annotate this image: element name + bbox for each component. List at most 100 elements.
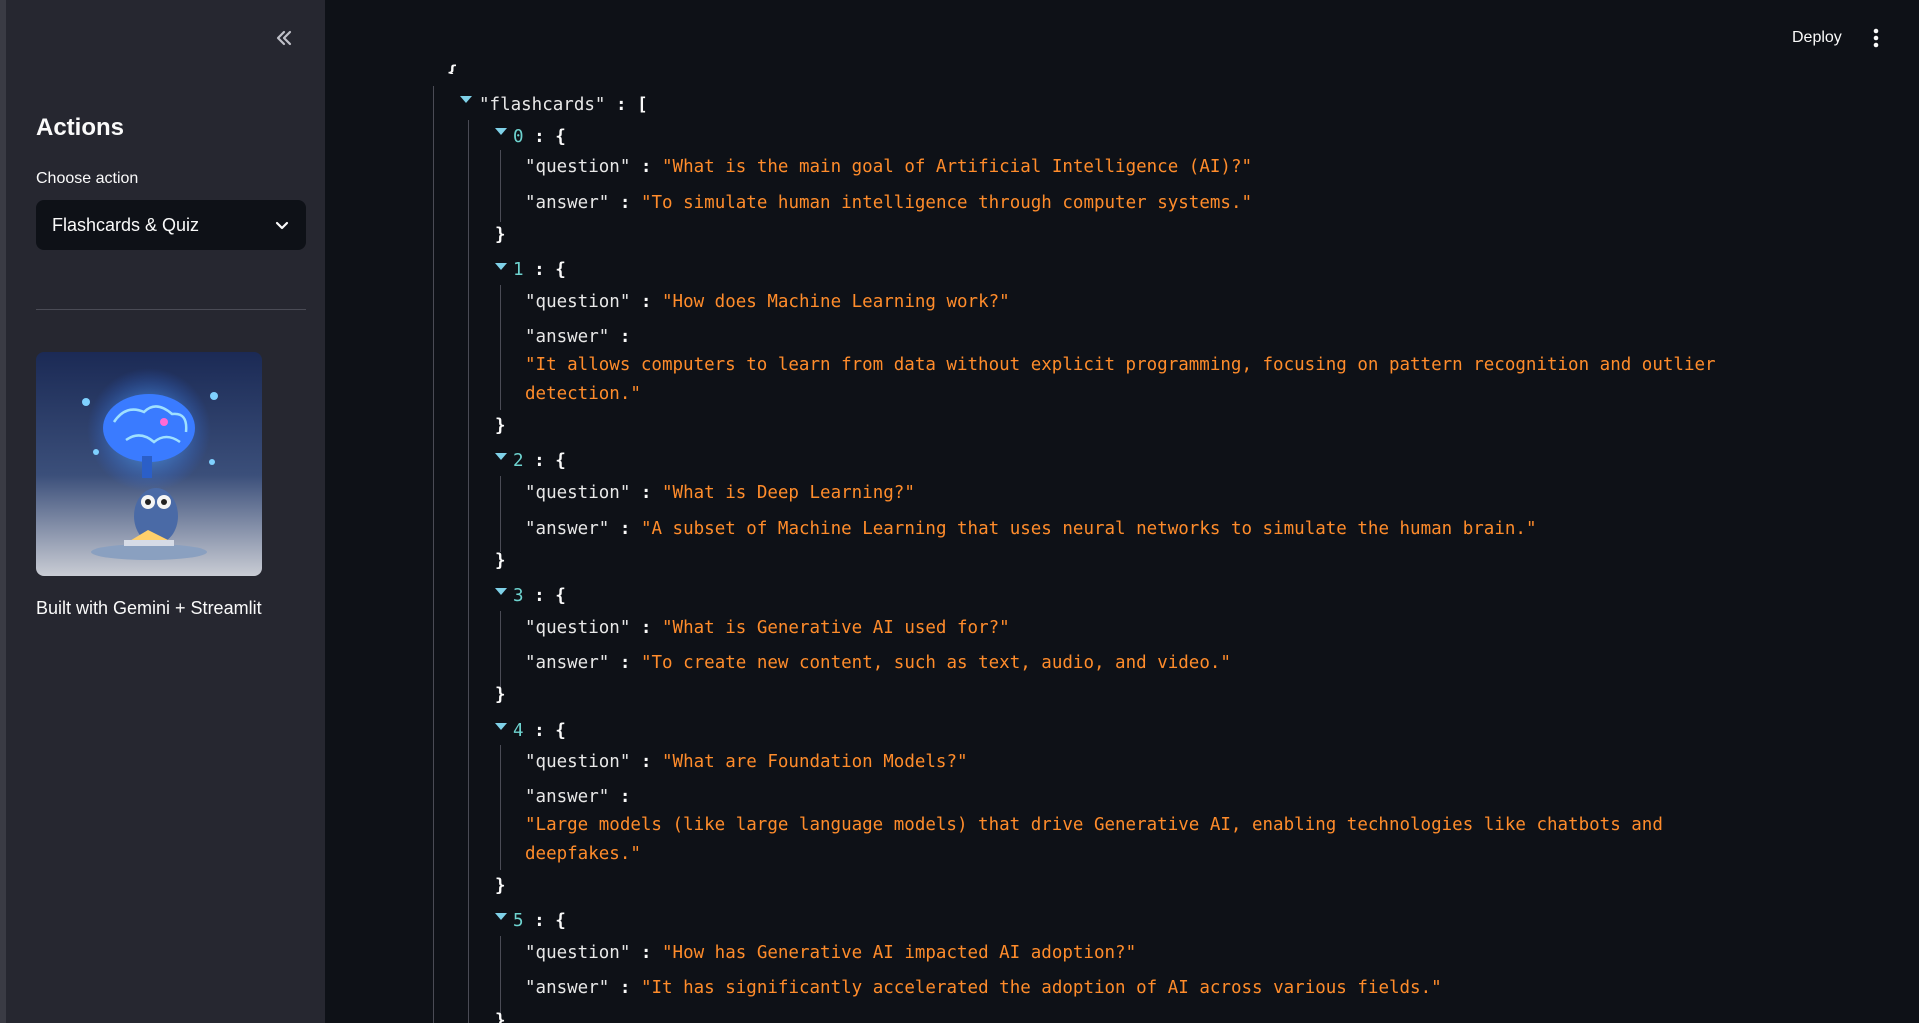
sidebar-caption: Built with Gemini + Streamlit [36, 598, 262, 618]
json-string: "It has significantly accelerated the ad… [640, 978, 1442, 998]
json-colon: : [534, 127, 545, 147]
json-colon: : [619, 653, 631, 673]
action-select[interactable]: Flashcards & Quiz [36, 200, 306, 250]
brain-owl-image [36, 352, 262, 576]
json-open-object: { [555, 721, 566, 741]
item-1-toggle-icon[interactable] [495, 263, 507, 270]
json-key: "question" [525, 292, 631, 312]
json-colon: : [619, 519, 631, 539]
sidebar-title: Actions [36, 114, 125, 141]
sidebar: Actions Choose action Flashcards & Quiz [0, 0, 325, 1023]
item-5-close: } [495, 1011, 506, 1023]
root-open-brace: { [447, 63, 458, 74]
item-1-guide-line [500, 285, 501, 410]
item-5-toggle-icon[interactable] [495, 913, 507, 920]
item-1-answer-key-line: "answer" : [525, 326, 630, 348]
item-2-header: 2 : { [513, 450, 566, 472]
json-colon: : [619, 787, 631, 807]
json-colon: : [619, 978, 631, 998]
json-colon: : [640, 292, 652, 312]
flashcards-key-line: "flashcards" : [ [479, 94, 648, 116]
item-1-question-line: "question" : "How does Machine Learning … [525, 291, 1010, 313]
json-string: "How does Machine Learning work?" [662, 292, 1010, 312]
item-0-close: } [495, 225, 506, 245]
json-key: "question" [525, 483, 631, 503]
item-3-close: } [495, 685, 506, 705]
action-select-value: Flashcards & Quiz [52, 214, 200, 235]
item-1-answer-line-2: detection." [525, 384, 641, 404]
json-index: 1 [513, 260, 524, 280]
json-colon: : [640, 943, 652, 963]
chevron-down-icon [275, 221, 289, 230]
json-string: "To create new content, such as text, au… [640, 653, 1231, 673]
json-key: "answer" [525, 978, 610, 998]
collapse-sidebar-button[interactable] [268, 22, 300, 54]
item-2-close: } [495, 551, 506, 571]
json-key: "flashcards" [479, 95, 606, 115]
json-string: "How has Generative AI impacted AI adopt… [662, 943, 1137, 963]
item-2-toggle-icon[interactable] [495, 453, 507, 460]
root-guide-line [433, 86, 434, 1023]
json-open-object: { [555, 586, 566, 606]
item-3-toggle-icon[interactable] [495, 588, 507, 595]
json-colon: : [534, 911, 545, 931]
choose-action-label: Choose action [36, 170, 139, 187]
item-4-answer-key-line: "answer" : [525, 786, 630, 808]
item-0-header: 0 : { [513, 126, 566, 148]
json-colon: : [619, 193, 631, 213]
item-4-answer-line-2: deepfakes." [525, 844, 641, 864]
item-3-question-line: "question" : "What is Generative AI used… [525, 617, 1010, 639]
json-open-object: { [555, 260, 566, 280]
item-3-header: 3 : { [513, 585, 566, 607]
item-1-answer-line-1: "It allows computers to learn from data … [525, 355, 1716, 375]
deploy-button[interactable]: Deploy [1778, 24, 1856, 52]
json-index: 4 [513, 721, 524, 741]
item-5-header: 5 : { [513, 910, 566, 932]
sidebar-divider [36, 309, 306, 310]
item-3-answer-line: "answer" : "To create new content, such … [525, 652, 1231, 674]
json-string: "To simulate human intelligence through … [640, 193, 1253, 213]
json-key: "answer" [525, 327, 610, 347]
json-colon: : [534, 260, 545, 280]
item-5-question-line: "question" : "How has Generative AI impa… [525, 942, 1136, 964]
json-index: 5 [513, 911, 524, 931]
json-colon: : [640, 483, 652, 503]
item-4-header: 4 : { [513, 720, 566, 742]
json-key: "question" [525, 157, 631, 177]
array-guide-line [468, 120, 469, 1023]
json-colon: : [640, 157, 652, 177]
json-key: "question" [525, 752, 631, 772]
json-colon: : [534, 586, 545, 606]
item-4-toggle-icon[interactable] [495, 723, 507, 730]
flashcards-toggle-icon[interactable] [460, 96, 472, 103]
json-string: "A subset of Machine Learning that uses … [640, 519, 1537, 539]
json-colon: : [534, 721, 545, 741]
item-1-close: } [495, 416, 506, 436]
json-index: 0 [513, 127, 524, 147]
json-colon: : [640, 618, 652, 638]
item-4-question-line: "question" : "What are Foundation Models… [525, 751, 968, 773]
json-key: "answer" [525, 787, 610, 807]
item-4-answer-line-1: "Large models (like large language model… [525, 815, 1663, 835]
item-0-guide-line [500, 150, 501, 222]
item-4-close: } [495, 876, 506, 896]
json-open-object: { [555, 451, 566, 471]
main-menu-button[interactable] [1862, 24, 1890, 52]
item-0-answer-line: "answer" : "To simulate human intelligen… [525, 192, 1252, 214]
json-string: "What is Deep Learning?" [662, 483, 915, 503]
item-0-toggle-icon[interactable] [495, 128, 507, 135]
double-chevron-left-icon [276, 30, 292, 46]
json-colon: : [615, 95, 627, 115]
json-colon: : [640, 752, 652, 772]
json-colon: : [534, 451, 545, 471]
json-key: "answer" [525, 653, 610, 673]
json-index: 2 [513, 451, 524, 471]
item-5-answer-line: "answer" : "It has significantly acceler… [525, 977, 1442, 999]
item-1-header: 1 : { [513, 259, 566, 281]
item-2-guide-line [500, 476, 501, 552]
json-colon: : [619, 327, 631, 347]
json-open-object: { [555, 911, 566, 931]
json-open-object: { [555, 127, 566, 147]
json-index: 3 [513, 586, 524, 606]
json-string: "What is Generative AI used for?" [662, 618, 1010, 638]
